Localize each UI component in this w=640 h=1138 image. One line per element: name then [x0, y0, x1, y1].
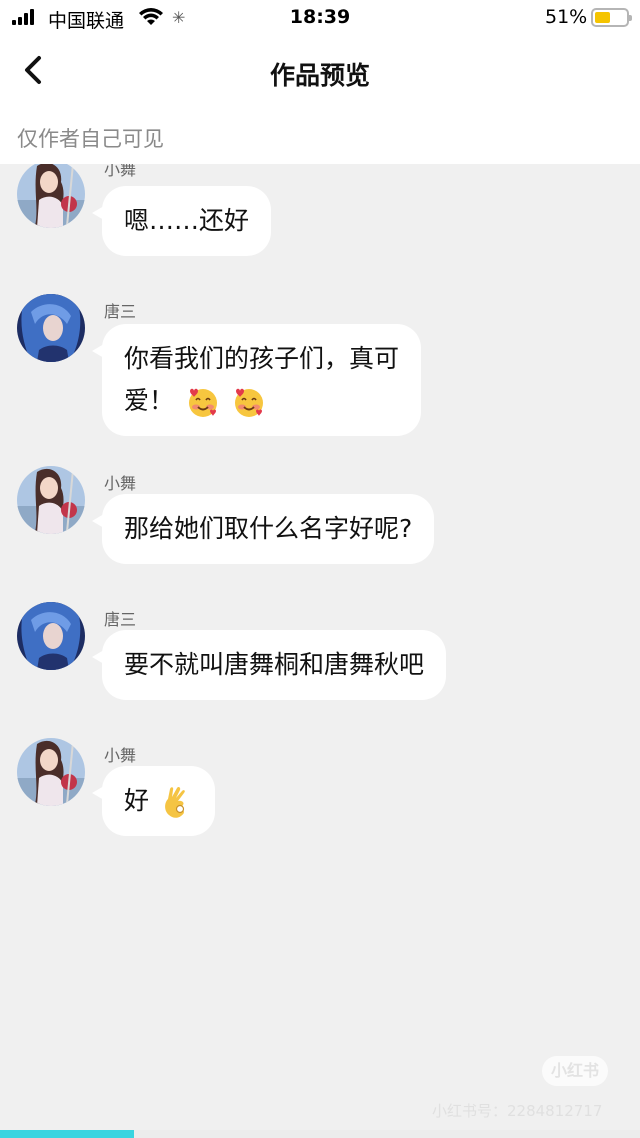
battery-icon	[591, 8, 632, 27]
clock: 18:39	[289, 6, 351, 28]
avatar-xiaowu[interactable]	[17, 164, 85, 228]
message-text: 嗯……还好	[124, 206, 250, 235]
avatar-tangsan[interactable]	[17, 602, 85, 670]
message-text: 好	[124, 786, 150, 815]
sender-name: 小舞	[104, 474, 137, 493]
visibility-banner: 仅作者自己可见	[0, 108, 640, 164]
message-bubble[interactable]: 好	[92, 766, 215, 836]
message-bubble[interactable]: 嗯……还好	[91, 186, 272, 256]
sender-name: 唐三	[104, 610, 137, 629]
smiling-face-with-hearts-icon	[188, 388, 217, 417]
watermark-id: 小红书号：2284812717	[432, 1102, 603, 1120]
message-bubble[interactable]: 那给她们取什么名字好呢?	[91, 494, 435, 564]
watermark-badge: 小红书	[542, 1056, 608, 1086]
nav-bar: 作品预览	[0, 36, 640, 108]
battery-percent: 51%	[545, 6, 588, 28]
message-bubble[interactable]: 你看我们的孩子们，真可 爱！	[91, 324, 422, 436]
message-text: 你看我们的孩子们，真可	[124, 344, 400, 373]
ok-hand-icon	[165, 786, 185, 818]
message-text-cont: 爱！	[124, 386, 175, 415]
smiling-face-with-hearts-icon	[234, 388, 263, 417]
sender-name: 唐三	[104, 302, 137, 321]
sender-name: 小舞	[104, 164, 137, 179]
avatar-xiaowu[interactable]	[17, 466, 85, 534]
sender-name: 小舞	[104, 746, 137, 765]
message-text: 那给她们取什么名字好呢?	[124, 514, 413, 543]
message-bubble[interactable]: 要不就叫唐舞桐和唐舞秋吧	[91, 630, 447, 700]
message-text: 要不就叫唐舞桐和唐舞秋吧	[124, 650, 425, 679]
avatar-tangsan[interactable]	[17, 294, 85, 362]
chat-list[interactable]: 小舞 嗯……还好 唐三 你看我们的孩子们，真可 爱！ 小舞 那给她们取什么名字好…	[0, 164, 640, 1138]
video-progress-bar[interactable]	[0, 1130, 640, 1138]
status-bar: 中国联通 ✳ 18:39 51%	[0, 0, 640, 36]
visibility-note: 仅作者自己可见	[17, 127, 164, 151]
avatar-xiaowu[interactable]	[17, 738, 85, 806]
page-title: 作品预览	[269, 61, 370, 90]
